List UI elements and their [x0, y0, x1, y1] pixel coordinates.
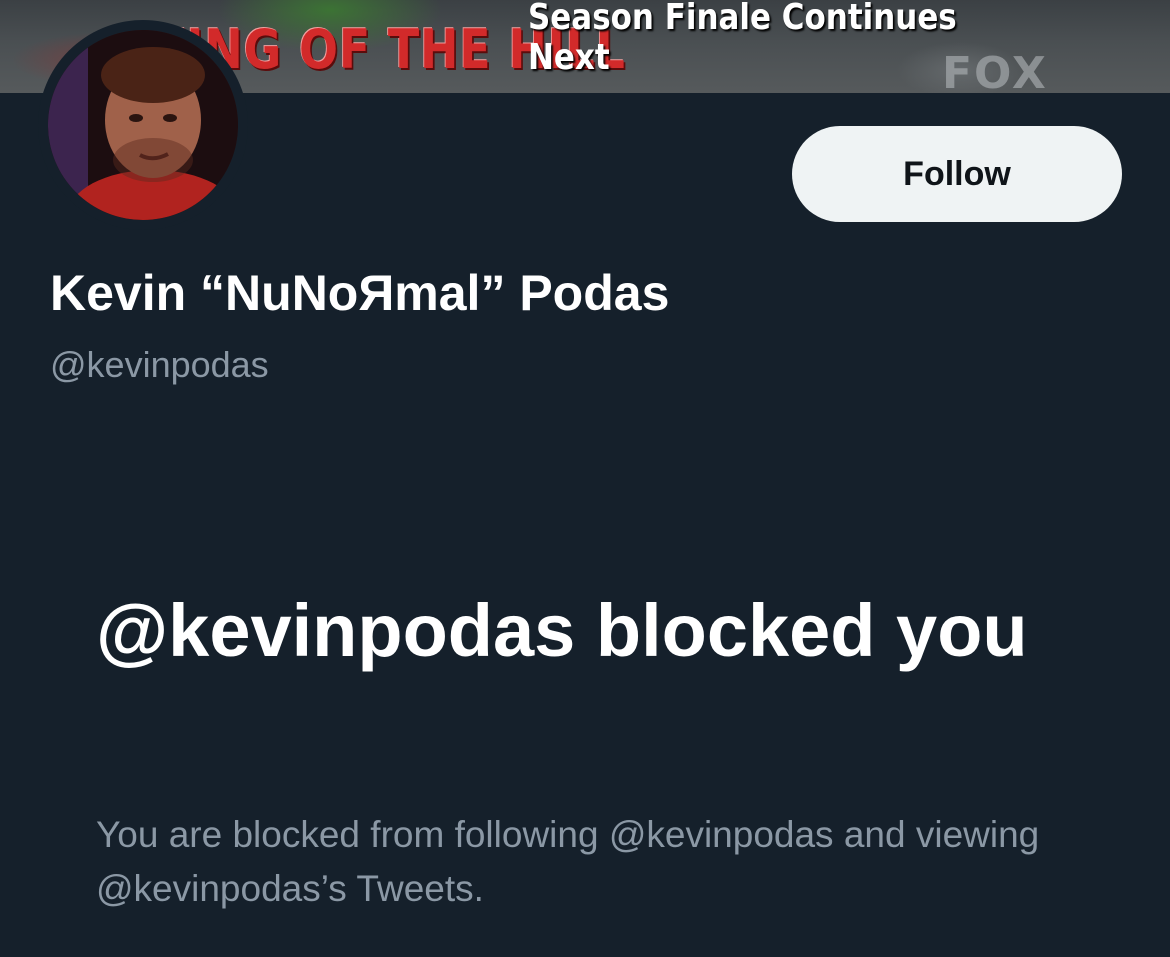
banner-caption-line-2: Next — [528, 37, 610, 78]
blocked-notice-description: You are blocked from following @kevinpod… — [96, 814, 1040, 909]
profile-handle: @kevinpodas — [50, 344, 269, 385]
profile-avatar[interactable] — [38, 20, 248, 230]
banner-caption: Season Finale Continues Next — [528, 0, 957, 78]
profile-display-name: Kevin “NuNoЯmal” Podas — [50, 265, 670, 321]
banner-network-logo: FOX — [942, 48, 1048, 93]
avatar-portrait-icon — [48, 30, 238, 220]
avatar-image — [48, 30, 238, 220]
follow-button[interactable]: Follow — [792, 126, 1122, 222]
profile-page: KING OF THE HILL Season Finale Continues… — [0, 0, 1170, 957]
banner-caption-line-1: Season Finale Continues — [528, 0, 957, 38]
blocked-notice-title: @kevinpodas blocked you — [96, 589, 1028, 672]
